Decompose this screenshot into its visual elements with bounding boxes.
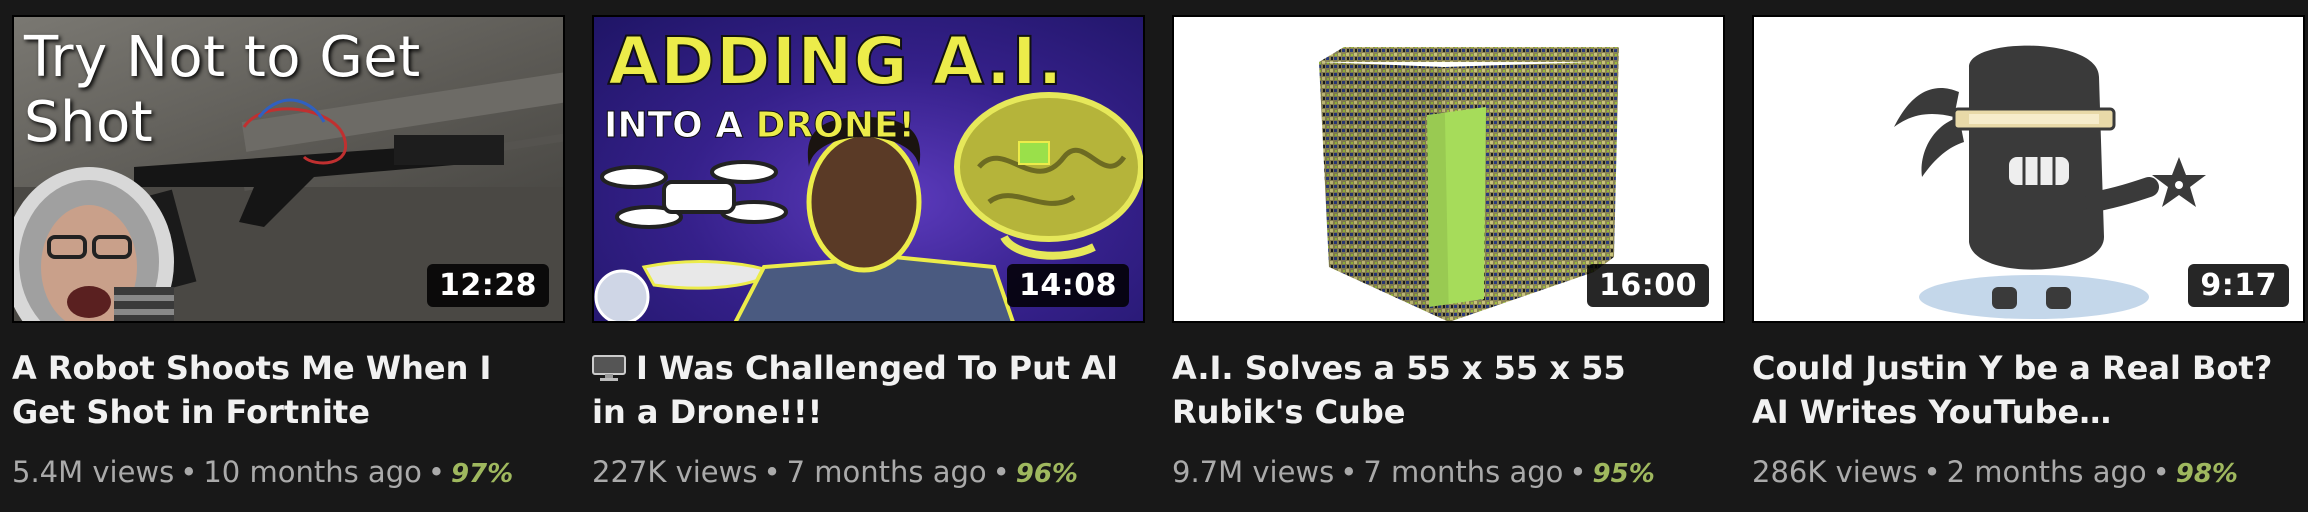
upload-age: 7 months ago (786, 455, 987, 489)
video-title[interactable]: A.I. Solves a 55 x 55 x 55 Rubik's Cube (1172, 346, 1725, 434)
rating-percent: 97% (450, 459, 514, 489)
monitor-icon (592, 355, 626, 381)
thumbnail-caption-sub: INTO A DRONE! (604, 105, 916, 147)
rating-percent: 95% (1592, 459, 1655, 489)
duration-badge: 12:28 (427, 264, 549, 307)
view-count: 5.4M views (12, 455, 175, 489)
duration-badge: 14:08 (1007, 264, 1129, 307)
upload-age: 2 months ago (1946, 455, 2147, 489)
video-thumbnail[interactable]: 9:17 (1752, 15, 2305, 323)
upload-age: 10 months ago (203, 455, 422, 489)
video-title-text: I Was Challenged To Put AI in a Drone!!! (592, 349, 1118, 431)
rating-percent: 98% (2175, 459, 2238, 489)
video-card[interactable]: Try Not to Get Shot 12:28 A Robot Shoots… (0, 0, 580, 512)
thumbnail-caption: Try Not to Get Shot (24, 25, 421, 155)
video-title[interactable]: I Was Challenged To Put AI in a Drone!!! (592, 346, 1145, 434)
view-count: 227K views (592, 455, 758, 489)
upload-age: 7 months ago (1363, 455, 1564, 489)
video-metadata: 5.4M views • 10 months ago • 97% (12, 455, 514, 489)
caption-highlight: DRONE! (755, 105, 915, 147)
video-card[interactable]: ADDING A.I. INTO A DRONE! 14:08 I Was Ch… (580, 0, 1160, 512)
video-title[interactable]: Could Justin Y be a Real Bot? AI Writes … (1752, 346, 2305, 434)
thumbnail-caption-main: ADDING A.I. (607, 22, 1064, 101)
caption-text: INTO A (604, 105, 756, 147)
video-thumbnail[interactable]: Try Not to Get Shot 12:28 (12, 15, 565, 323)
video-card[interactable]: 16:00 A.I. Solves a 55 x 55 x 55 Rubik's… (1160, 0, 1740, 512)
video-thumbnail[interactable]: 16:00 (1172, 15, 1725, 323)
view-count: 9.7M views (1172, 455, 1335, 489)
video-title[interactable]: A Robot Shoots Me When I Get Shot in For… (12, 346, 565, 434)
duration-badge: 16:00 (1587, 264, 1709, 307)
video-metadata: 227K views • 7 months ago • 96% (592, 455, 1078, 489)
video-metadata: 286K views • 2 months ago • 98% (1752, 455, 2238, 489)
view-count: 286K views (1752, 455, 1918, 489)
video-grid-row: Try Not to Get Shot 12:28 A Robot Shoots… (0, 0, 2308, 512)
duration-badge: 9:17 (2188, 264, 2289, 307)
video-card[interactable]: 9:17 Could Justin Y be a Real Bot? AI Wr… (1740, 0, 2308, 512)
rating-percent: 96% (1015, 459, 1078, 489)
video-metadata: 9.7M views • 7 months ago • 95% (1172, 455, 1655, 489)
video-thumbnail[interactable]: ADDING A.I. INTO A DRONE! 14:08 (592, 15, 1145, 323)
